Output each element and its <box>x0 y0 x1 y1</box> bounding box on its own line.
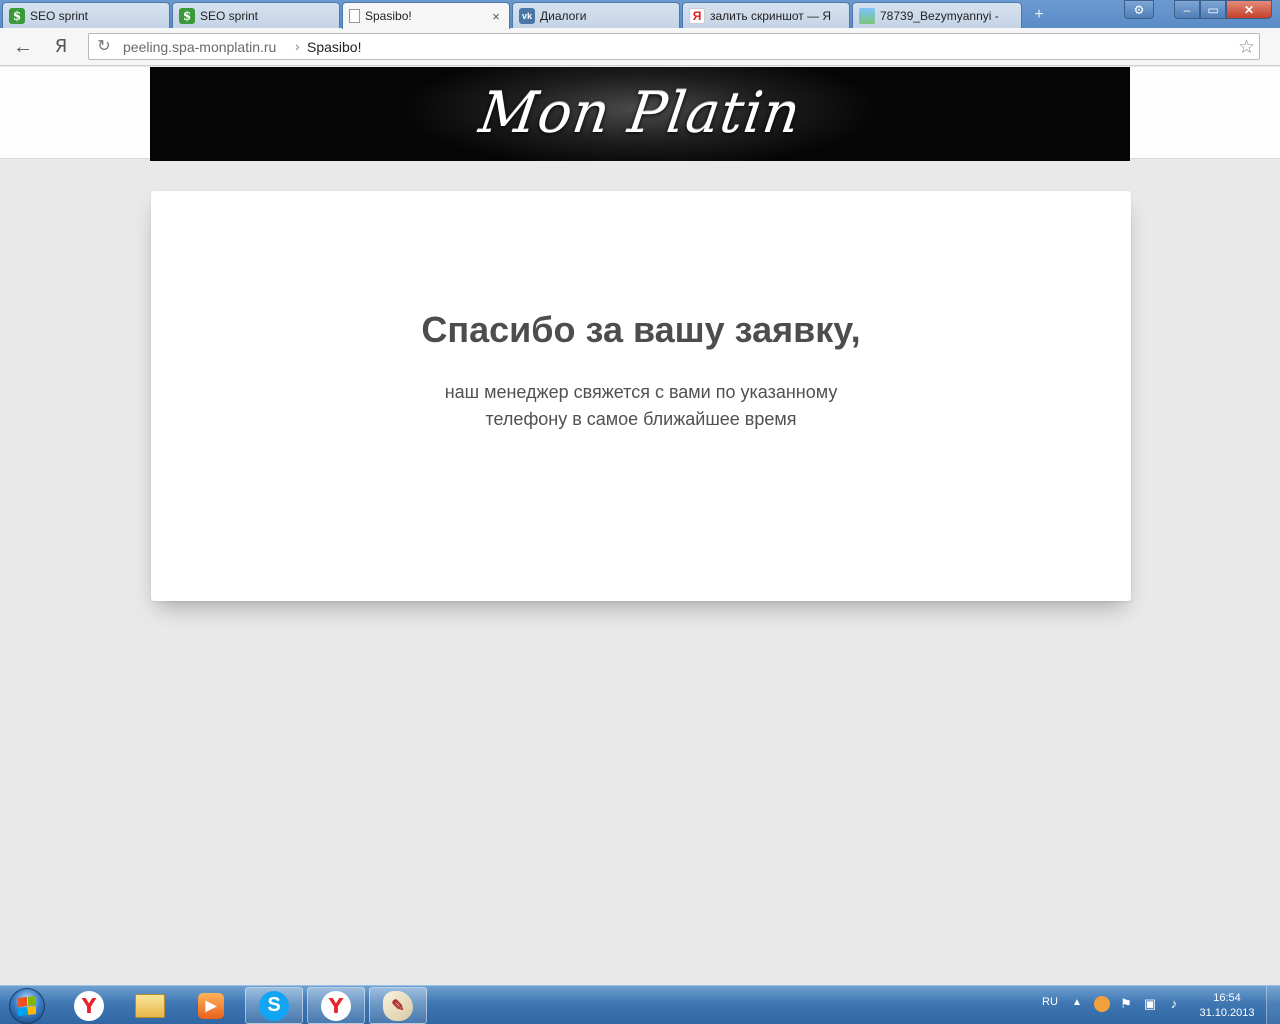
close-icon[interactable]: × <box>489 9 503 24</box>
network-icon[interactable]: ▣ <box>1142 996 1158 1012</box>
page-content: Mon Platin Спасибо за вашу заявку, наш м… <box>0 67 1280 985</box>
browser-toolbar: ← Я ↻ peeling.spa-monplatin.ru › Spasibo… <box>0 28 1280 66</box>
action-center-flag-icon[interactable]: ⚑ <box>1118 996 1134 1012</box>
tab-dialogi[interactable]: vk Диалоги <box>512 2 680 28</box>
url-page-title: Spasibo! <box>307 39 362 55</box>
thank-you-card: Спасибо за вашу заявку, наш менеджер свя… <box>151 191 1131 601</box>
skype-icon: S <box>259 990 289 1021</box>
minimize-icon: – <box>1183 2 1191 17</box>
tab-seo-sprint-1[interactable]: $ SEO sprint <box>2 2 170 28</box>
tab-title: залить скриншот — Я <box>710 8 832 23</box>
seosprint-icon: $ <box>179 7 195 24</box>
maximize-icon: ▭ <box>1207 2 1219 17</box>
taskbar-yandex-browser-active[interactable]: Y <box>307 987 365 1024</box>
close-icon: ✕ <box>1243 2 1255 17</box>
show-desktop-button[interactable] <box>1266 986 1280 1024</box>
gear-icon: ⚙ <box>1133 2 1145 17</box>
tab-strip: $ SEO sprint $ SEO sprint Spasibo! × vk … <box>0 0 1280 29</box>
taskbar-media-player[interactable]: ▶ <box>182 987 240 1024</box>
volume-icon[interactable]: ♪ <box>1166 996 1182 1012</box>
maximize-button[interactable]: ▭ <box>1200 0 1226 19</box>
yandex-icon: Я <box>689 7 705 24</box>
new-tab-button[interactable]: + <box>1028 6 1050 24</box>
site-logo: Mon Platin <box>475 79 805 145</box>
taskbar-skype[interactable]: S <box>245 987 303 1024</box>
clock-time: 16:54 <box>1213 992 1241 1004</box>
star-icon[interactable]: ☆ <box>1238 36 1255 59</box>
vk-icon: vk <box>519 7 535 24</box>
language-indicator[interactable]: RU <box>1042 996 1058 1008</box>
folder-icon <box>135 993 165 1018</box>
windows-logo-icon <box>9 987 45 1024</box>
tab-title: 78739_Bezymyannyi - <box>880 8 999 23</box>
reload-icon[interactable]: ↻ <box>95 38 113 56</box>
seosprint-icon: $ <box>9 7 25 24</box>
message-line: телефону в самое ближайшее время <box>485 409 797 429</box>
settings-button[interactable]: ⚙ <box>1124 0 1154 19</box>
tab-zalit-skrinshot[interactable]: Я залить скриншот — Я <box>682 2 850 28</box>
confirmation-message: наш менеджер свяжется с вами по указанно… <box>151 379 1131 433</box>
start-button[interactable] <box>2 986 52 1024</box>
tab-bezymyannyi[interactable]: 78739_Bezymyannyi - <box>852 2 1022 28</box>
windows-taskbar: Y ▶ S Y ✎ RU ▲ ⚑ ▣ ♪ 16:54 31.10.2013 <box>0 985 1280 1024</box>
tab-title: SEO sprint <box>30 8 89 23</box>
yandex-browser-icon: Y <box>321 990 351 1021</box>
logo-banner: Mon Platin <box>150 67 1130 161</box>
close-window-button[interactable]: ✕ <box>1226 0 1272 19</box>
tab-seo-sprint-2[interactable]: $ SEO sprint <box>172 2 340 28</box>
taskbar-paint[interactable]: ✎ <box>369 987 427 1024</box>
taskbar-explorer[interactable] <box>121 987 179 1024</box>
app-tray-icon[interactable] <box>1094 996 1110 1012</box>
system-clock[interactable]: 16:54 31.10.2013 <box>1194 991 1260 1021</box>
paint-icon: ✎ <box>383 990 413 1021</box>
media-player-icon: ▶ <box>198 992 224 1019</box>
page-title: Спасибо за вашу заявку, <box>421 309 861 350</box>
image-icon <box>859 7 875 24</box>
clock-date: 31.10.2013 <box>1199 1007 1255 1019</box>
tab-title: Диалоги <box>540 8 587 23</box>
yandex-browser-icon: Y <box>74 990 104 1021</box>
back-button[interactable]: ← <box>10 36 36 58</box>
minimize-button[interactable]: – <box>1174 0 1200 19</box>
tab-title: SEO sprint <box>200 8 259 23</box>
tray-expand-icon[interactable]: ▲ <box>1072 997 1082 1008</box>
address-bar[interactable]: ↻ peeling.spa-monplatin.ru › Spasibo! ☆ <box>88 33 1260 60</box>
url-separator: › <box>295 38 300 54</box>
tab-title: Spasibo! <box>365 9 412 23</box>
tab-spasibo-active[interactable]: Spasibo! × <box>342 2 510 29</box>
url-host: peeling.spa-monplatin.ru <box>123 39 277 55</box>
message-line: наш менеджер свяжется с вами по указанно… <box>444 382 838 402</box>
yandex-button[interactable]: Я <box>50 36 72 58</box>
taskbar-yandex-browser[interactable]: Y <box>60 987 118 1024</box>
page-icon <box>349 9 360 23</box>
